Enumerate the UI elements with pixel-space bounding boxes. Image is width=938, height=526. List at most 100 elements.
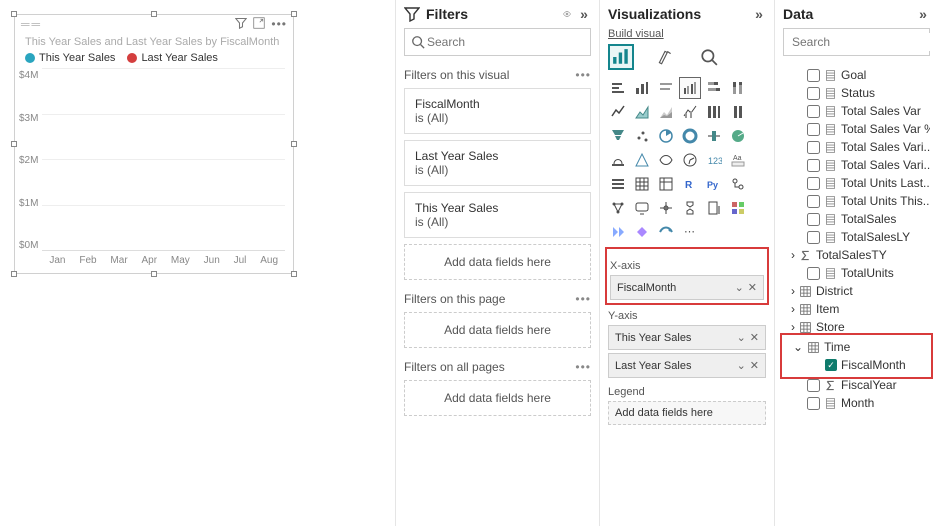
fields-tree[interactable]: GoalStatusTotal Sales VarTotal Sales Var… — [783, 66, 930, 412]
viz-type-icon[interactable] — [680, 126, 700, 146]
viz-type-icon[interactable] — [704, 198, 724, 218]
viz-title: Visualizations — [608, 6, 752, 22]
tree-row[interactable]: TotalUnits — [783, 264, 930, 282]
more-options-icon[interactable]: ••• — [271, 17, 287, 32]
viz-type-icon[interactable] — [680, 78, 700, 98]
viz-type-icon[interactable] — [632, 78, 652, 98]
tree-row[interactable]: Total Sales Vari... — [783, 156, 930, 174]
format-visual-tab[interactable] — [652, 44, 678, 70]
tree-row[interactable]: Total Units Last... — [783, 174, 930, 192]
viz-type-icon[interactable] — [656, 150, 676, 170]
filter-card[interactable]: This Year Salesis (All) — [404, 192, 591, 238]
tree-row[interactable]: Total Sales Vari... — [783, 138, 930, 156]
viz-type-icon[interactable]: 123 — [704, 150, 724, 170]
viz-type-icon[interactable] — [632, 198, 652, 218]
viz-type-icon[interactable] — [608, 222, 628, 242]
focus-mode-icon[interactable] — [253, 17, 265, 32]
filters-visual-label: Filters on this visual — [404, 68, 509, 82]
viz-type-icon[interactable] — [632, 102, 652, 122]
tree-row[interactable]: ›Store — [783, 318, 930, 336]
tree-row[interactable]: ✓FiscalMonth — [785, 356, 928, 374]
data-search-input[interactable] — [790, 33, 938, 51]
viz-type-icon[interactable] — [632, 222, 652, 242]
more-icon[interactable]: ••• — [575, 68, 591, 82]
viz-type-icon[interactable] — [656, 78, 676, 98]
chevron-down-icon[interactable]: ⌄ — [737, 331, 746, 344]
viz-type-icon[interactable] — [608, 78, 628, 98]
viz-type-icon[interactable] — [728, 102, 748, 122]
viz-type-icon[interactable] — [728, 126, 748, 146]
legend-well-placeholder[interactable]: Add data fields here — [608, 401, 766, 425]
chevron-down-icon[interactable]: ⌄ — [735, 281, 744, 294]
viz-type-icon[interactable] — [704, 126, 724, 146]
viz-type-icon[interactable] — [656, 126, 676, 146]
tree-row[interactable]: TotalSales — [783, 210, 930, 228]
yaxis-well-label: Y-axis — [608, 310, 766, 322]
tree-row[interactable]: ›District — [783, 282, 930, 300]
tree-row[interactable]: Total Units This... — [783, 192, 930, 210]
viz-type-icon[interactable] — [656, 174, 676, 194]
viz-type-icon[interactable]: ⋯ — [680, 222, 700, 242]
tree-row[interactable]: TotalSalesLY — [783, 228, 930, 246]
tree-row[interactable]: Status — [783, 84, 930, 102]
viz-type-icon[interactable]: Py — [704, 174, 724, 194]
drag-handle-icon[interactable]: ══ — [21, 17, 42, 32]
analytics-tab[interactable] — [696, 44, 722, 70]
viz-type-icon[interactable] — [632, 174, 652, 194]
filter-card[interactable]: FiscalMonthis (All) — [404, 88, 591, 134]
build-visual-tab[interactable] — [608, 44, 634, 70]
tree-row[interactable]: ›Item — [783, 300, 930, 318]
collapse-pane-icon[interactable]: » — [577, 7, 591, 21]
viz-type-icon[interactable] — [656, 222, 676, 242]
tree-row[interactable]: FiscalYear — [783, 376, 930, 394]
viz-type-icon[interactable] — [728, 198, 748, 218]
tree-row[interactable]: Goal — [783, 66, 930, 84]
viz-type-icon[interactable] — [608, 150, 628, 170]
viz-type-icon[interactable] — [680, 150, 700, 170]
tree-row[interactable]: Total Sales Var % — [783, 120, 930, 138]
add-fields-all[interactable]: Add data fields here — [404, 380, 591, 416]
viz-type-icon[interactable] — [680, 102, 700, 122]
viz-type-icon[interactable] — [632, 150, 652, 170]
viz-type-icon[interactable]: R — [680, 174, 700, 194]
viz-type-icon[interactable] — [656, 102, 676, 122]
chevron-down-icon[interactable]: ⌄ — [737, 359, 746, 372]
tree-row[interactable]: ›TotalSalesTY — [783, 246, 930, 264]
viz-type-icon[interactable] — [728, 174, 748, 194]
remove-icon[interactable]: ✕ — [750, 331, 759, 344]
chart-visual-tile[interactable]: ══ ••• This Year Sales and Last Year Sal… — [14, 14, 294, 274]
yaxis-pill[interactable]: This Year Sales⌄✕ — [608, 325, 766, 350]
tree-row[interactable]: ⌄Time — [785, 338, 928, 356]
add-fields-visual[interactable]: Add data fields here — [404, 244, 591, 280]
remove-icon[interactable]: ✕ — [750, 359, 759, 372]
data-search[interactable] — [783, 28, 930, 56]
viz-type-icon[interactable] — [608, 102, 628, 122]
report-canvas[interactable]: ══ ••• This Year Sales and Last Year Sal… — [0, 0, 395, 526]
viz-type-icon[interactable]: Aa — [728, 150, 748, 170]
more-icon[interactable]: ••• — [575, 292, 591, 306]
tree-row[interactable]: Total Sales Var — [783, 102, 930, 120]
filters-search[interactable] — [404, 28, 591, 56]
add-fields-page[interactable]: Add data fields here — [404, 312, 591, 348]
filter-card[interactable]: Last Year Salesis (All) — [404, 140, 591, 186]
viz-type-icon[interactable] — [680, 198, 700, 218]
filter-icon[interactable] — [235, 17, 247, 32]
collapse-pane-icon[interactable]: » — [752, 7, 766, 21]
viz-type-icon[interactable] — [704, 78, 724, 98]
viz-type-icon[interactable] — [608, 198, 628, 218]
collapse-pane-icon[interactable]: » — [916, 7, 930, 21]
viz-type-icon[interactable] — [608, 126, 628, 146]
more-icon[interactable]: ••• — [575, 360, 591, 374]
viz-type-icon[interactable] — [632, 126, 652, 146]
eye-icon[interactable] — [563, 7, 577, 21]
viz-type-icon[interactable] — [704, 102, 724, 122]
viz-type-icon[interactable] — [608, 174, 628, 194]
xaxis-pill[interactable]: FiscalMonth⌄✕ — [610, 275, 764, 300]
viz-type-icon[interactable] — [728, 78, 748, 98]
filters-search-input[interactable] — [425, 33, 584, 51]
tree-row[interactable]: Month — [783, 394, 930, 412]
yaxis-pill[interactable]: Last Year Sales⌄✕ — [608, 353, 766, 378]
remove-icon[interactable]: ✕ — [748, 281, 757, 294]
viz-type-icon[interactable] — [656, 198, 676, 218]
viz-type-picker[interactable]: 123Aa RPy ⋯ — [608, 78, 766, 242]
